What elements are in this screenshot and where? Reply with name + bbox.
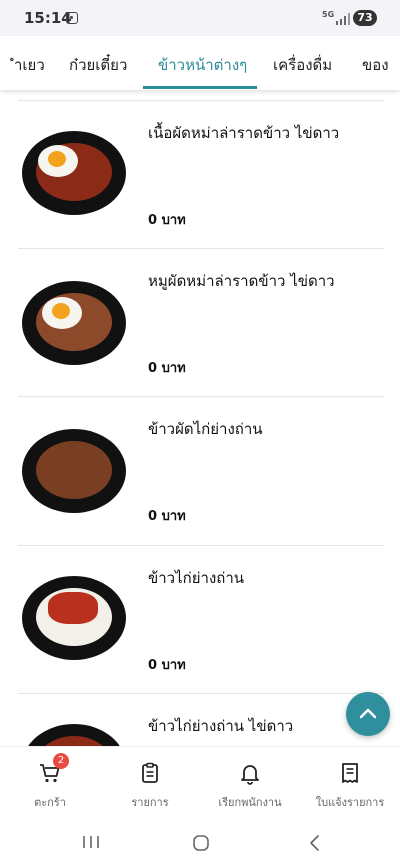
status-time: 15:14: [24, 9, 72, 27]
signal-icon: [336, 13, 350, 25]
network-type: 5G: [322, 10, 335, 19]
status-bar: 15:14 5G 73: [0, 0, 400, 36]
menu-list[interactable]: เนื้อผัดหม่าล่าราดข้าว ไข่ดาว 0 บาท หมูผ…: [0, 90, 400, 746]
tab-previous[interactable]: ำเยว: [14, 53, 45, 77]
nav-label: เรียกพนักงาน: [218, 796, 282, 809]
tab-noodles[interactable]: ก๋วยเตี๋ยว: [69, 53, 127, 77]
battery-indicator: 73: [353, 10, 377, 26]
scroll-to-top-button[interactable]: [346, 692, 390, 736]
menu-item-name: หมูผัดหม่าล่าราดข้าว ไข่ดาว: [148, 272, 335, 290]
screenshot-icon: [66, 12, 78, 24]
menu-item[interactable]: ข้าวไก่ย่างถ่าน ไข่ดาว: [0, 694, 400, 746]
category-tabs: ำเยว ก๋วยเตี๋ยว ข้าวหน้าต่างๆ เครื่องดื่…: [0, 36, 400, 90]
menu-item-name: ข้าวไก่ย่างถ่าน: [148, 569, 245, 587]
bottom-nav: 2 ตะกร้า รายการ เรียกพนักงาน ใบแจ้งรายกา…: [0, 746, 400, 813]
recent-apps-icon[interactable]: [82, 834, 100, 850]
chevron-up-icon: [359, 708, 377, 719]
menu-item-price: 0 บาท: [148, 658, 186, 673]
menu-item-image: [22, 429, 126, 513]
menu-item[interactable]: เนื้อผัดหม่าล่าราดข้าว ไข่ดาว 0 บาท: [0, 101, 400, 249]
menu-item-image: [22, 131, 126, 215]
clipboard-icon: [142, 762, 158, 783]
nav-label: รายการ: [131, 796, 169, 809]
menu-item-image: [22, 724, 126, 746]
receipt-icon: [342, 763, 358, 783]
nav-label: ตะกร้า: [34, 796, 66, 809]
menu-item-image: [22, 576, 126, 660]
back-icon[interactable]: [308, 834, 322, 852]
nav-label: ใบแจ้งรายการ: [315, 796, 385, 809]
tab-drinks[interactable]: เครื่องดื่ม: [273, 53, 332, 77]
menu-item[interactable]: ข้าวผัดไก่ย่างถ่าน 0 บาท: [0, 397, 400, 545]
active-tab-indicator: [143, 86, 257, 89]
tab-rice-dishes[interactable]: ข้าวหน้าต่างๆ: [158, 53, 247, 77]
menu-item-name: ข้าวไก่ย่างถ่าน ไข่ดาว: [148, 717, 294, 735]
menu-item-price: 0 บาท: [148, 509, 186, 524]
menu-item-price: 0 บาท: [148, 213, 186, 228]
tab-next[interactable]: ของ: [362, 53, 389, 77]
menu-item-name: ข้าวผัดไก่ย่างถ่าน: [148, 420, 263, 438]
menu-item-name: เนื้อผัดหม่าล่าราดข้าว ไข่ดาว: [148, 124, 340, 142]
menu-item[interactable]: ข้าวไก่ย่างถ่าน 0 บาท: [0, 546, 400, 694]
cart-count-badge: 2: [53, 753, 69, 769]
home-icon[interactable]: [192, 834, 210, 852]
nav-cart[interactable]: 2 ตะกร้า: [0, 747, 100, 813]
menu-item-price: 0 บาท: [148, 361, 186, 376]
nav-receipt[interactable]: ใบแจ้งรายการ: [300, 747, 400, 813]
system-nav-bar: [0, 812, 400, 867]
bell-icon: [241, 765, 259, 785]
nav-orders[interactable]: รายการ: [100, 747, 200, 813]
nav-call-staff[interactable]: เรียกพนักงาน: [200, 747, 300, 813]
menu-item[interactable]: หมูผัดหม่าล่าราดข้าว ไข่ดาว 0 บาท: [0, 249, 400, 397]
menu-item-image: [22, 281, 126, 365]
